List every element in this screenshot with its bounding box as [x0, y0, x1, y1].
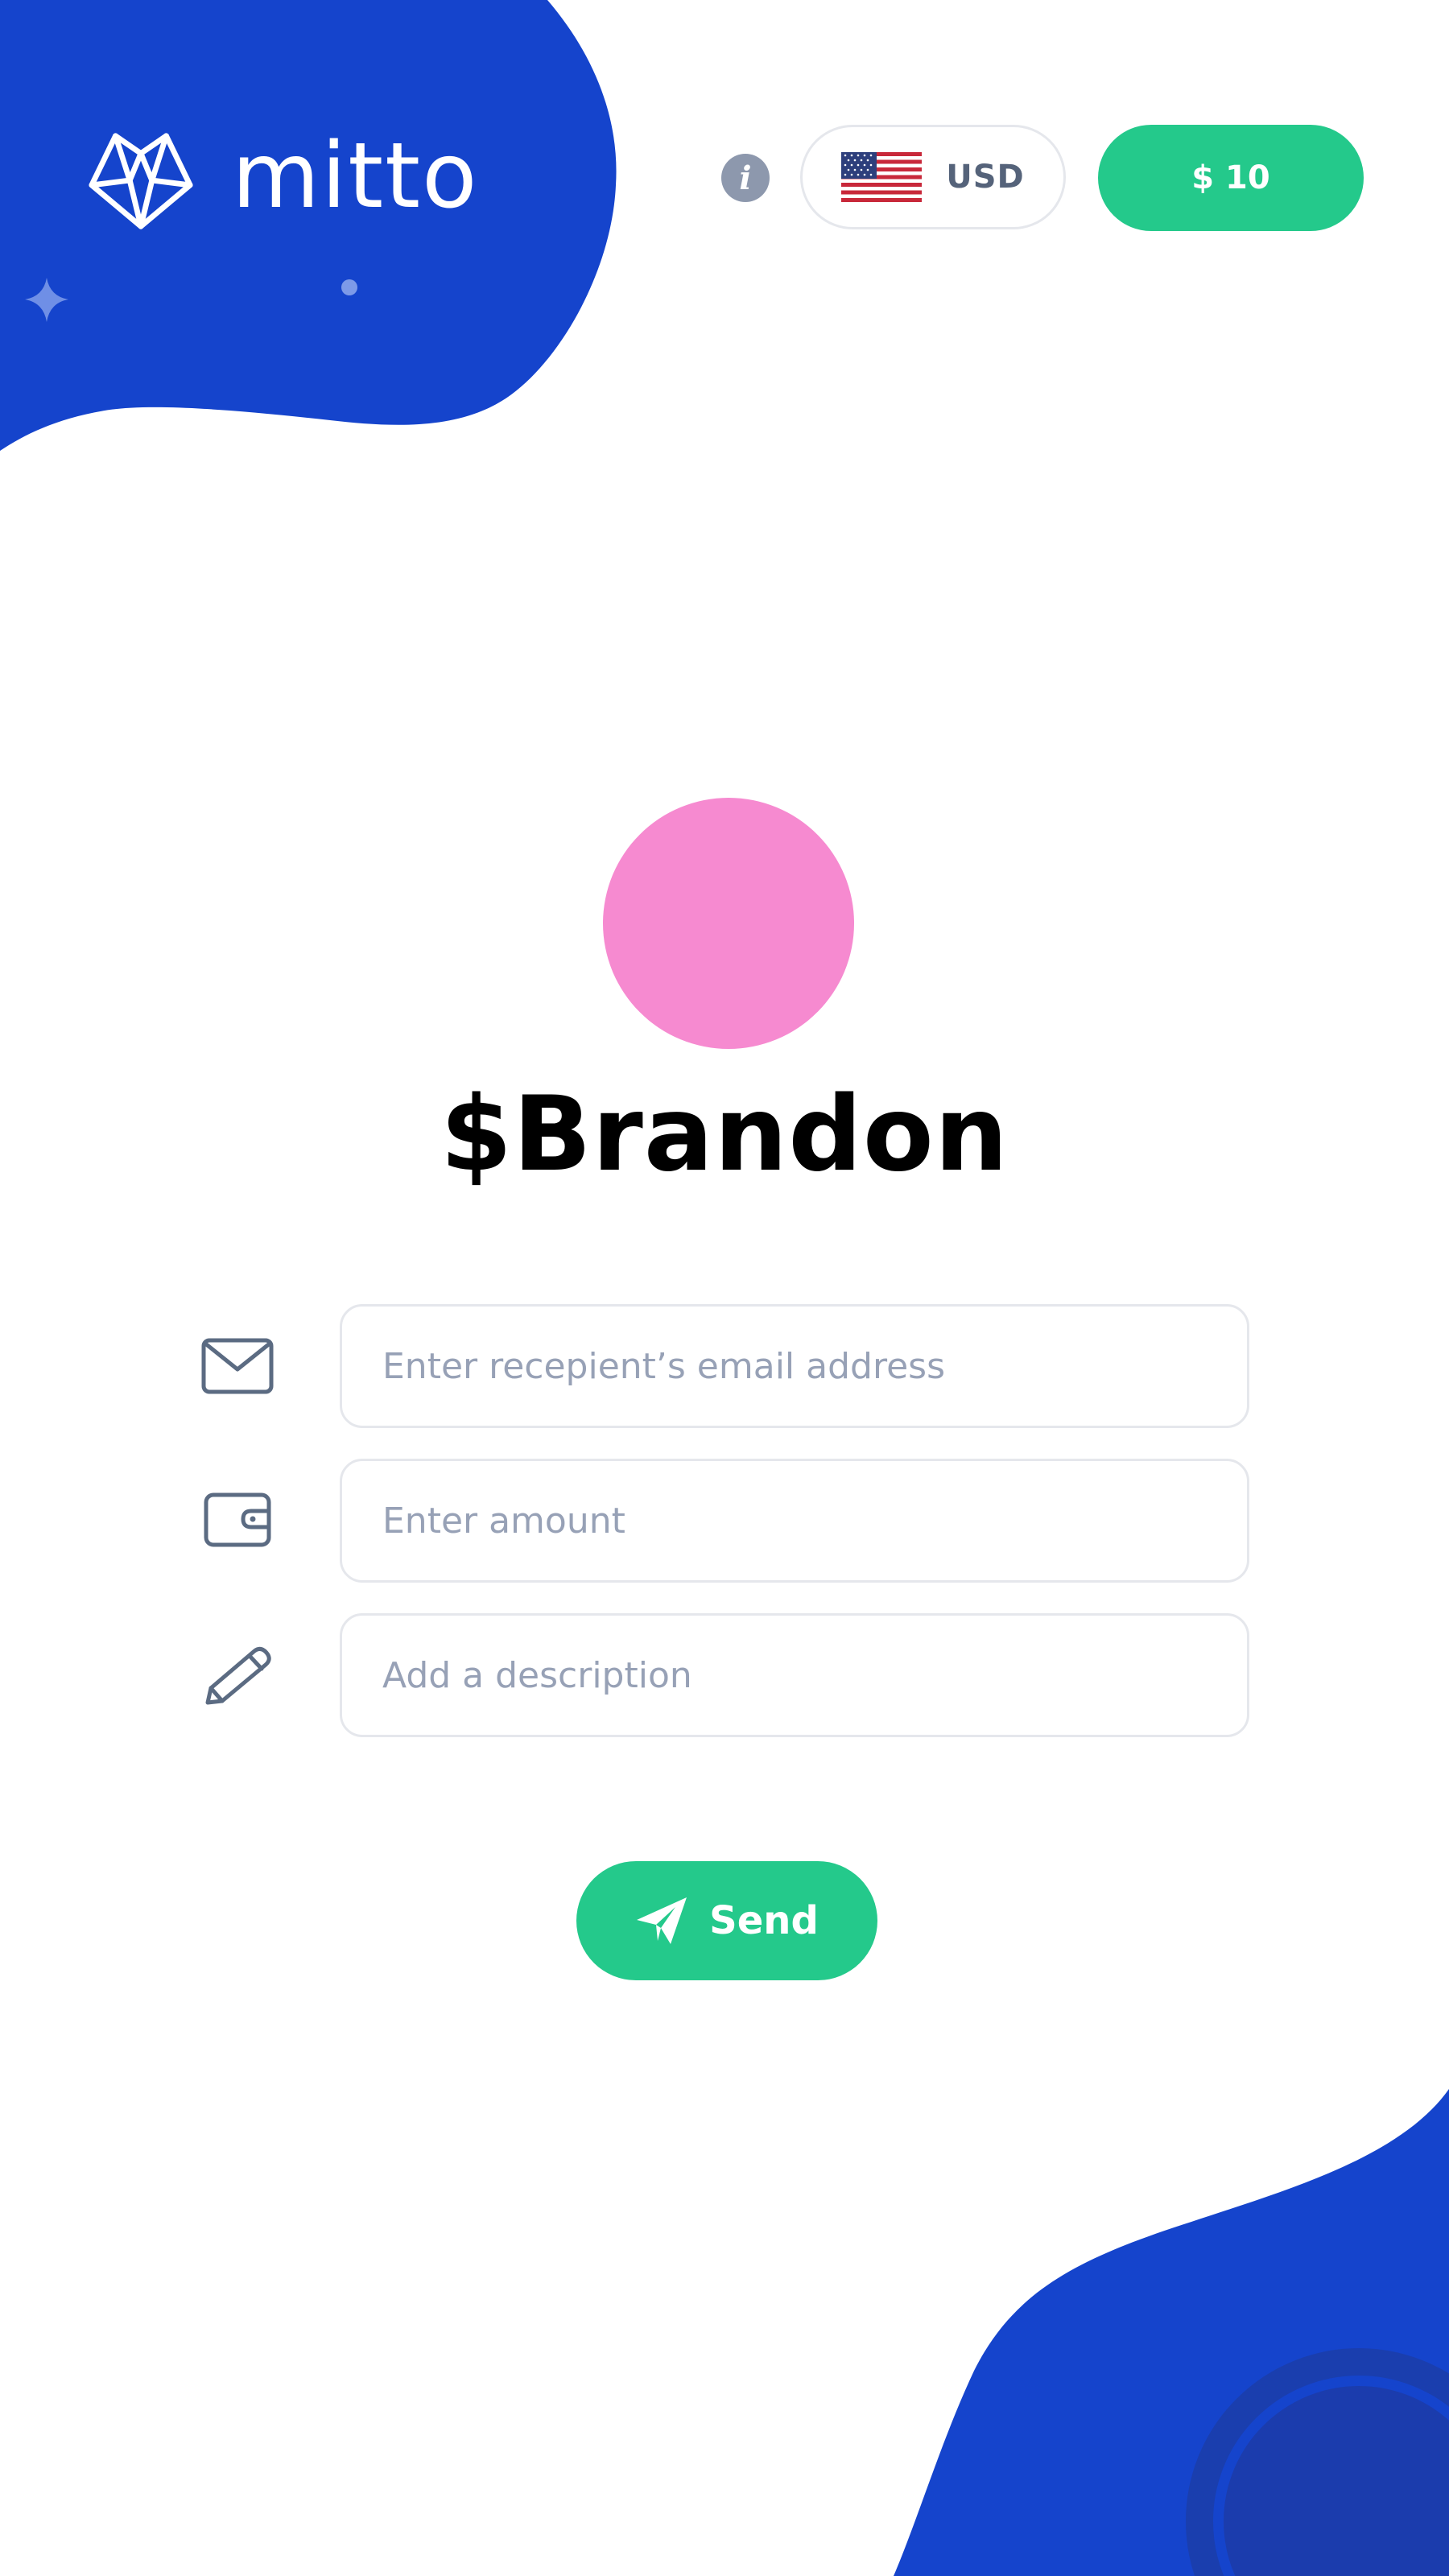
amount-field[interactable] — [340, 1459, 1249, 1583]
brand-name: mitto — [232, 124, 479, 229]
brand-logo[interactable]: mitto — [85, 129, 479, 233]
send-label: Send — [709, 1898, 819, 1943]
info-icon[interactable]: i — [721, 154, 770, 202]
send-button[interactable]: Send — [576, 1861, 877, 1980]
us-flag-icon — [841, 152, 923, 202]
decor-dot — [341, 279, 357, 295]
fox-logo-icon — [89, 133, 193, 229]
wallet-icon — [204, 1492, 271, 1547]
email-field[interactable] — [340, 1304, 1249, 1428]
currency-selector[interactable]: USD — [800, 125, 1066, 229]
decor-ring — [1186, 2348, 1449, 2576]
email-row — [193, 1304, 1249, 1428]
envelope-icon — [201, 1338, 274, 1394]
avatar — [603, 798, 854, 1049]
description-field[interactable] — [340, 1613, 1249, 1737]
description-row — [193, 1613, 1249, 1737]
balance-button[interactable]: $ 10 — [1098, 125, 1364, 231]
paper-plane-icon — [637, 1897, 687, 1944]
amount-row — [193, 1459, 1249, 1583]
pencil-icon — [205, 1646, 271, 1705]
decor-disc — [1224, 2386, 1449, 2576]
currency-code: USD — [946, 159, 1025, 196]
recipient-handle: $Brandon — [440, 1075, 1009, 1195]
